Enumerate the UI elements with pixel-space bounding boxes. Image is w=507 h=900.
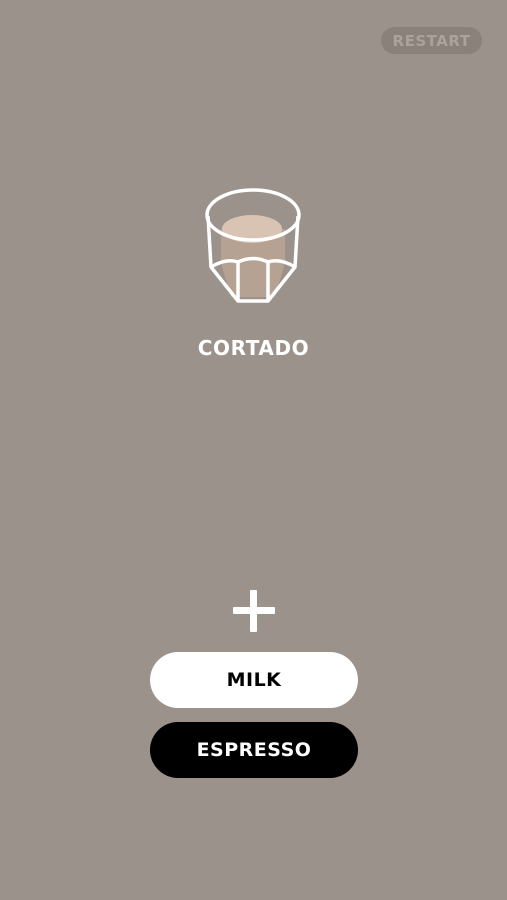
drink-name: CORTADO [197,336,310,360]
milk-button[interactable]: MILK [150,652,358,708]
plus-icon [233,590,275,632]
espresso-button[interactable]: ESPRESSO [150,722,358,778]
cortado-glass-icon [201,185,305,309]
restart-button[interactable]: RESTART [381,27,482,54]
